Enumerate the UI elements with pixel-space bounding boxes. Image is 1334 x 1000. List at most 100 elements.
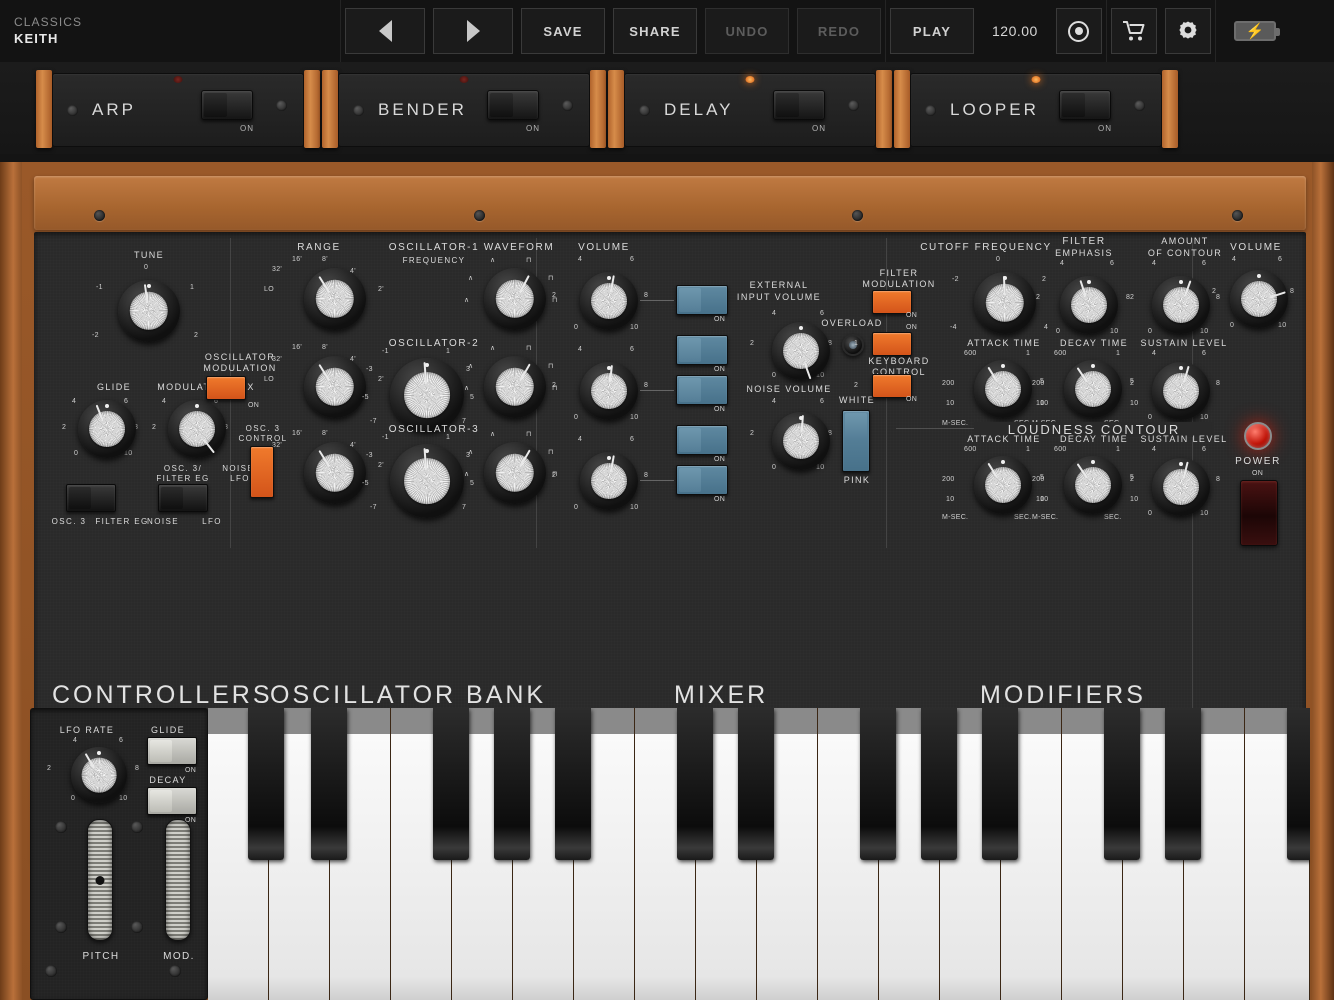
- range-tick-lo: LO: [264, 286, 274, 293]
- black-key[interactable]: [433, 708, 469, 860]
- keyboard-control-2-switch[interactable]: [872, 374, 912, 398]
- ldecay-tick-1: 1: [1116, 446, 1120, 453]
- save-button[interactable]: SAVE: [521, 8, 605, 54]
- mixer-osc2-switch[interactable]: [676, 375, 728, 405]
- module-bender-label: BENDER: [378, 100, 467, 120]
- knob-pointer: [203, 439, 215, 454]
- black-key[interactable]: [1165, 708, 1201, 860]
- osc2-range-knob[interactable]: [304, 356, 366, 418]
- power-switch[interactable]: [1240, 480, 1278, 546]
- black-key[interactable]: [1104, 708, 1140, 860]
- modulation-mix-knob[interactable]: [168, 400, 226, 458]
- tune-knob[interactable]: [118, 280, 180, 342]
- black-key[interactable]: [311, 708, 347, 860]
- play-group: PLAY 120.00: [886, 0, 1106, 62]
- module-looper-body[interactable]: LOOPER ON: [910, 73, 1162, 147]
- osc2-frequency-knob[interactable]: [390, 358, 464, 432]
- mixer-osc2-volume-knob[interactable]: [580, 362, 638, 420]
- loudness-attack-time-knob[interactable]: [974, 456, 1032, 514]
- module-arp-body[interactable]: ARP ON: [52, 73, 304, 147]
- delay-toggle[interactable]: ON: [773, 90, 825, 120]
- keyboard-control-1-switch[interactable]: [872, 332, 912, 356]
- black-key[interactable]: [555, 708, 591, 860]
- osc3-waveform-knob[interactable]: [484, 442, 546, 504]
- overload-indicator: [842, 334, 864, 356]
- extvol-tick-4: 4: [772, 310, 776, 317]
- mixer-osc3-volume-knob[interactable]: [580, 452, 638, 510]
- osc1-waveform-knob[interactable]: [484, 268, 546, 330]
- undo-button[interactable]: UNDO: [705, 8, 789, 54]
- preset-name: KEITH: [14, 30, 340, 48]
- lfo-rate-knob[interactable]: [71, 747, 127, 803]
- prev-preset-button[interactable]: [345, 8, 425, 54]
- filter-emphasis-knob[interactable]: [1060, 276, 1118, 334]
- black-key[interactable]: [921, 708, 957, 860]
- share-button[interactable]: SHARE: [613, 8, 697, 54]
- external-input-volume-knob[interactable]: [772, 322, 830, 380]
- module-looper-label: LOOPER: [950, 100, 1039, 120]
- redo-button[interactable]: REDO: [797, 8, 881, 54]
- fdecay-tick-10r: 10: [1130, 400, 1138, 407]
- black-key[interactable]: [494, 708, 530, 860]
- decay-switch[interactable]: [147, 787, 197, 815]
- output-volume-knob[interactable]: [1230, 270, 1288, 328]
- filter-decay-time-knob[interactable]: [1064, 360, 1122, 418]
- arp-toggle[interactable]: ON: [201, 90, 253, 120]
- waveform-glyph-sq: ⊓: [526, 256, 532, 264]
- play-button[interactable]: PLAY: [890, 8, 974, 54]
- glide-switch[interactable]: [147, 737, 197, 765]
- fattack-tick-10: 10: [946, 400, 954, 407]
- mod-source-a-switch[interactable]: [66, 484, 116, 512]
- store-button[interactable]: [1111, 8, 1157, 54]
- cutoff-frequency-knob[interactable]: [974, 272, 1036, 334]
- mixer-external-switch[interactable]: [676, 335, 728, 365]
- amount-of-contour-knob[interactable]: [1152, 276, 1210, 334]
- noise-volume-knob[interactable]: [772, 412, 830, 470]
- black-key[interactable]: [1287, 708, 1310, 860]
- black-key[interactable]: [860, 708, 896, 860]
- osc2-freq-tick-1: 1: [446, 348, 450, 355]
- pitch-wheel[interactable]: [87, 819, 113, 941]
- knob-pointer: [520, 449, 531, 466]
- mixer-osc1-volume-knob[interactable]: [580, 272, 638, 330]
- mixvol3-tick-6: 6: [630, 436, 634, 443]
- record-button[interactable]: [1056, 8, 1102, 54]
- black-key[interactable]: [677, 708, 713, 860]
- mixer-noise-switch[interactable]: [676, 425, 728, 455]
- oscillator-modulation-switch[interactable]: [206, 376, 246, 400]
- loudness-decay-time-knob[interactable]: [1064, 456, 1122, 514]
- tempo-value[interactable]: 120.00: [978, 23, 1052, 39]
- keyboard[interactable]: [208, 708, 1310, 1000]
- osc2-waveform-knob[interactable]: [484, 356, 546, 418]
- filter-attack-time-knob[interactable]: [974, 360, 1032, 418]
- mod-wheel[interactable]: [165, 819, 191, 941]
- osc3-range-knob[interactable]: [304, 442, 366, 504]
- black-key[interactable]: [738, 708, 774, 860]
- looper-toggle[interactable]: ON: [1059, 90, 1111, 120]
- glide-switch-label: GLIDE: [139, 725, 197, 735]
- settings-button[interactable]: [1165, 8, 1211, 54]
- black-key[interactable]: [248, 708, 284, 860]
- osc3-frequency-knob[interactable]: [390, 444, 464, 518]
- mod-source-b-switch[interactable]: [158, 484, 208, 512]
- lattack-tick-1: 1: [1026, 446, 1030, 453]
- lsustain-tick-6: 6: [1202, 446, 1206, 453]
- module-bender-body[interactable]: BENDER ON: [338, 73, 590, 147]
- black-key[interactable]: [982, 708, 1018, 860]
- osc1-range-knob[interactable]: [304, 268, 366, 330]
- mixer-osc3-switch[interactable]: [676, 465, 728, 495]
- filter-sustain-level-knob[interactable]: [1152, 362, 1210, 420]
- osc3-control-switch[interactable]: [250, 446, 274, 498]
- preset-display[interactable]: CLASSICS KEITH: [0, 14, 340, 48]
- loudness-sustain-level-knob[interactable]: [1152, 458, 1210, 516]
- filter-mod-on-label: ON: [906, 312, 917, 319]
- noise-type-switch[interactable]: [842, 410, 870, 472]
- osc3-freq-tick-5: 5: [470, 480, 474, 487]
- mixer-osc1-switch[interactable]: [676, 285, 728, 315]
- bender-toggle[interactable]: ON: [487, 90, 539, 120]
- next-preset-button[interactable]: [433, 8, 513, 54]
- knob-pointer: [1079, 281, 1086, 298]
- module-delay-body[interactable]: DELAY ON: [624, 73, 876, 147]
- glide-knob[interactable]: [78, 400, 136, 458]
- filter-modulation-switch[interactable]: [872, 290, 912, 314]
